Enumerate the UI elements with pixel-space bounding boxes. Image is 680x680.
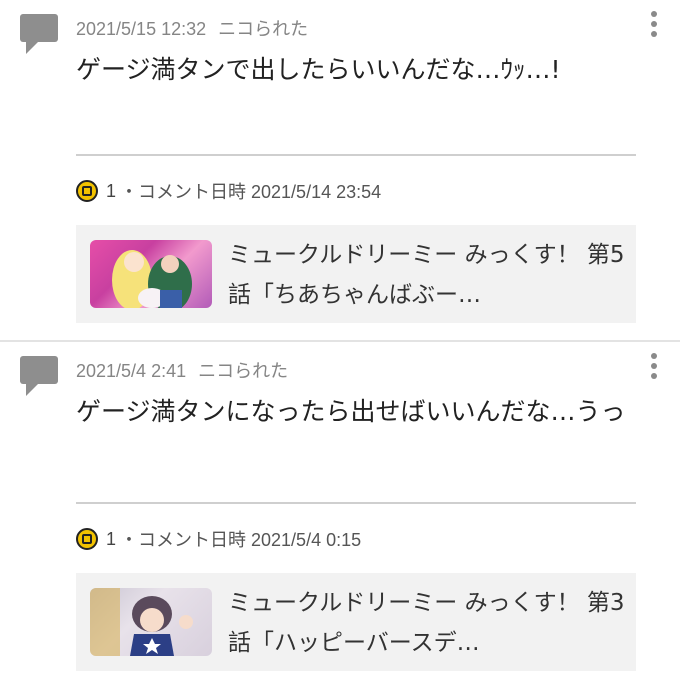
notification-meta: 2021/5/15 12:32 ニコられた <box>76 15 308 41</box>
more-vert-icon[interactable] <box>644 8 664 42</box>
speech-bubble-icon <box>20 356 58 396</box>
notification-feed: 2021/5/15 12:32 ニコられた ゲージ満タンで出したらいいんだな…ｳｯ… <box>0 0 680 680</box>
video-link-card[interactable]: ミュークルドリーミー みっくす！ 第3話「ハッピーバースデ… <box>76 573 636 671</box>
notification-action: ニコられた <box>198 361 289 381</box>
nico-count: 1 <box>106 528 117 549</box>
notification-timestamp: 2021/5/15 12:32 <box>76 19 207 39</box>
video-title: ミュークルドリーミー みっくす！ 第3話「ハッピーバースデ… <box>228 590 625 656</box>
comment-text: ゲージ満タンになったら出せばいいんだな…うっ <box>76 397 626 426</box>
nico-icon <box>76 528 98 550</box>
speech-bubble-icon <box>20 14 58 54</box>
notification-timestamp: 2021/5/4 2:41 <box>76 361 187 381</box>
video-thumbnail <box>90 240 212 308</box>
comment-datetime: ・コメント日時 2021/5/14 23:54 <box>120 182 382 202</box>
divider <box>76 502 636 504</box>
divider <box>76 154 636 156</box>
video-thumbnail <box>90 588 212 656</box>
notification-card[interactable]: 2021/5/15 12:32 ニコられた ゲージ満タンで出したらいいんだな…ｳｯ… <box>0 0 680 340</box>
video-title: ミュークルドリーミー みっくす！ 第5話「ちあちゃんばぶー… <box>228 242 625 308</box>
notification-meta: 2021/5/4 2:41 ニコられた <box>76 357 288 383</box>
video-link-card[interactable]: ミュークルドリーミー みっくす！ 第5話「ちあちゃんばぶー… <box>76 225 636 323</box>
notification-action: ニコられた <box>218 19 309 39</box>
notification-card[interactable]: 2021/5/4 2:41 ニコられた ゲージ満タンになったら出せばいいんだな…う… <box>0 340 680 680</box>
nico-info-row: 1 ・コメント日時 2021/5/4 0:15 <box>76 526 361 552</box>
nico-icon <box>76 180 98 202</box>
comment-datetime: ・コメント日時 2021/5/4 0:15 <box>120 530 362 550</box>
nico-info-row: 1 ・コメント日時 2021/5/14 23:54 <box>76 178 381 204</box>
more-vert-icon[interactable] <box>644 350 664 384</box>
nico-count: 1 <box>106 180 117 201</box>
comment-text: ゲージ満タンで出したらいいんだな…ｳｯ…! <box>76 55 561 84</box>
